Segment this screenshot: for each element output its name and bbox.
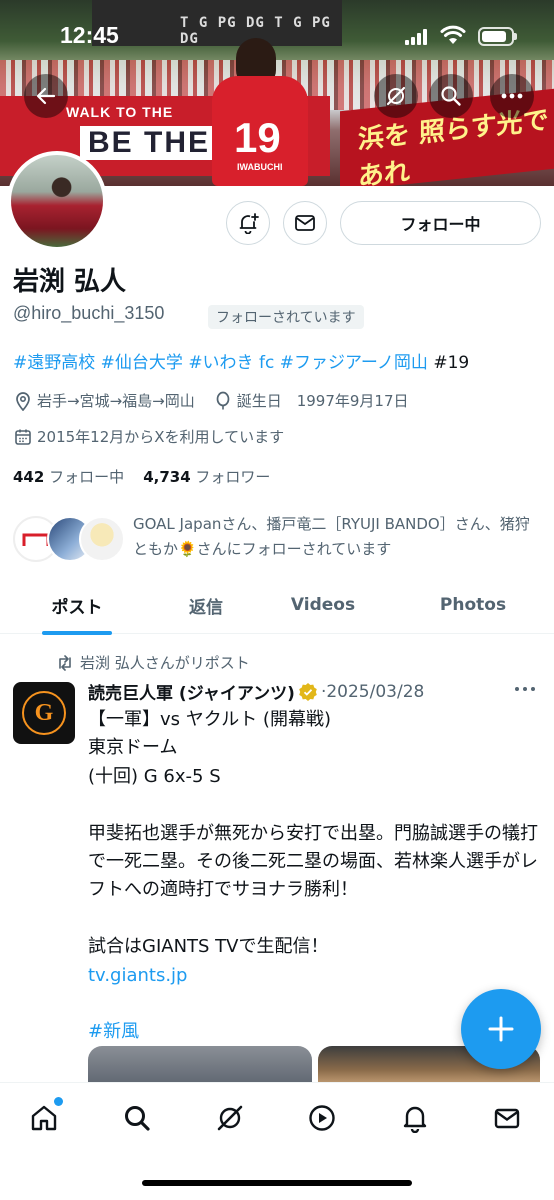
search-button[interactable] [429, 74, 473, 118]
notify-button[interactable] [226, 201, 270, 245]
bio-hashtag[interactable]: #ファジアーノ岡山 [280, 353, 428, 373]
post-link[interactable]: tv.giants.jp [88, 965, 187, 986]
profile-bio: #遠野高校 #仙台大学 #いわき fc #ファジアーノ岡山 #19 [13, 348, 469, 373]
bell-icon [403, 1106, 427, 1133]
message-button[interactable] [283, 201, 327, 245]
post-date: ·2025/03/28 [320, 681, 425, 702]
grok-icon [386, 86, 406, 106]
envelope-icon [295, 215, 315, 231]
mutuals-text: GOAL Japanさん、播戸竜二［RYUJI BANDO］さん、猪狩ともか🌻さ… [133, 515, 530, 558]
search-icon [125, 1106, 150, 1131]
location-text: 岩手→宮城→福島→岡山 [37, 392, 195, 410]
mutual-avatar [79, 516, 125, 562]
joined-text: 2015年12月からXを利用しています [37, 428, 285, 446]
grok-icon [217, 1105, 243, 1131]
tab-posts[interactable]: ポスト [42, 576, 112, 635]
post-author-avatar[interactable]: G [13, 682, 75, 744]
display-name: 岩渕 弘人 [13, 267, 127, 297]
profile-tabs: ポスト 返信 Videos Photos [0, 576, 554, 635]
post-media-1[interactable] [88, 1046, 312, 1086]
grok-button[interactable] [374, 74, 418, 118]
bio-text: #19 [433, 353, 470, 373]
profile-avatar[interactable] [7, 151, 107, 251]
back-button[interactable] [24, 74, 68, 118]
repost-icon [59, 654, 71, 671]
tab-replies[interactable]: 返信 [176, 576, 236, 634]
search-icon [441, 86, 461, 106]
post-header: 読売巨人軍 (ジャイアンツ) ·2025/03/28 [88, 679, 425, 705]
nav-search[interactable] [120, 1101, 154, 1135]
more-options-button[interactable] [490, 74, 534, 118]
post-author-name[interactable]: 読売巨人軍 (ジャイアンツ) [88, 679, 295, 704]
plus-icon [488, 1016, 514, 1042]
envelope-icon [494, 1108, 520, 1129]
play-circle-icon [309, 1105, 335, 1131]
verified-badge-icon [299, 682, 317, 701]
following-button[interactable]: フォロー中 [340, 201, 541, 245]
username-handle: @hiro_buchi_3150 [13, 303, 165, 323]
birthday-text: 誕生日 1997年9月17日 [236, 392, 409, 410]
battery-icon [478, 27, 517, 46]
bio-hashtag[interactable]: #いわき fc [188, 353, 274, 373]
compose-post-button[interactable] [461, 989, 541, 1069]
nav-home[interactable] [27, 1101, 61, 1135]
mutual-followers[interactable]: GOAL Japanさん、播戸竜二［RYUJI BANDO］さん、猪狩ともか🌻さ… [13, 512, 543, 564]
wifi-icon [440, 25, 466, 44]
following-link[interactable]: 442 フォロー中 [13, 468, 124, 486]
jersey-number: 19 [234, 114, 281, 161]
location-pin-icon [13, 391, 33, 411]
home-icon [31, 1105, 57, 1131]
profile-meta-row: 岩手→宮城→福島→岡山 誕生日 1997年9月17日 [13, 390, 409, 411]
calendar-icon [13, 427, 33, 447]
tab-photos[interactable]: Photos [428, 576, 518, 634]
bell-plus-icon [239, 213, 259, 234]
nav-videos[interactable] [305, 1101, 339, 1135]
more-horizontal-icon [501, 93, 523, 99]
post-more-icon[interactable] [514, 686, 536, 692]
follows-you-badge: フォローされています [208, 305, 364, 329]
status-time: 12:45 [60, 22, 119, 48]
cellular-signal-icon [405, 29, 429, 45]
follow-counts: 442 フォロー中 4,734 フォロワー [13, 466, 270, 487]
repost-indicator: 岩渕 弘人さんがリポスト [56, 652, 250, 673]
bio-hashtag[interactable]: #仙台大学 [101, 353, 183, 373]
followers-link[interactable]: 4,734 フォロワー [143, 468, 270, 486]
nav-messages[interactable] [490, 1101, 524, 1135]
jersey-name: IWABUCHI [237, 162, 283, 172]
new-content-dot [54, 1097, 63, 1106]
status-bar: 12:45 [0, 0, 554, 74]
active-tab-indicator [42, 631, 112, 635]
post-hashtag[interactable]: #新風 [88, 1021, 139, 1042]
balloon-icon [213, 391, 233, 411]
nav-notifications[interactable] [398, 1101, 432, 1135]
back-arrow-icon [36, 87, 56, 105]
joined-row: 2015年12月からXを利用しています [13, 426, 284, 447]
home-indicator [142, 1180, 412, 1186]
bio-hashtag[interactable]: #遠野高校 [13, 353, 95, 373]
nav-grok[interactable] [213, 1101, 247, 1135]
tab-videos[interactable]: Videos [280, 576, 366, 634]
giants-logo: G [22, 691, 66, 735]
